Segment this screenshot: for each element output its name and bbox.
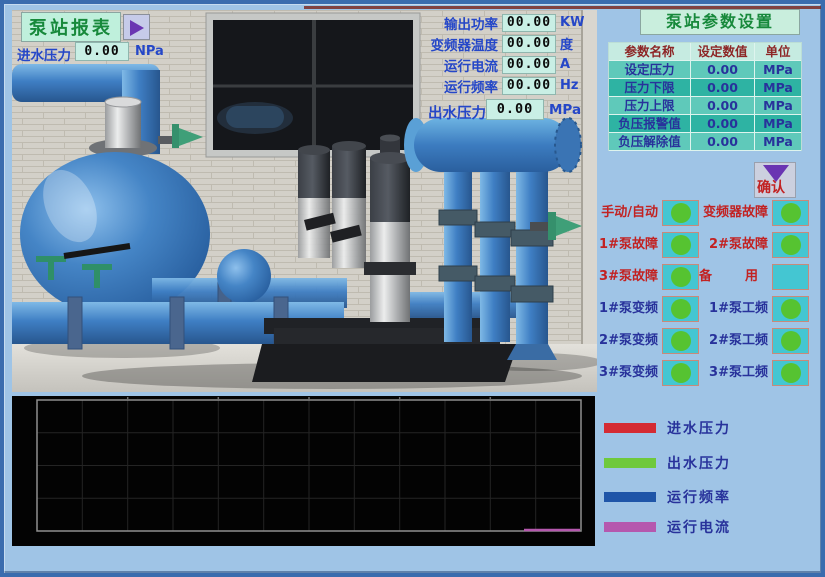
param-unit: MPa xyxy=(755,133,801,151)
col-set-value: 设定数值 xyxy=(691,43,755,61)
param-row: 压力上限 0.00 MPa xyxy=(609,97,801,115)
param-row: 负压解除值 0.00 MPa xyxy=(609,133,801,151)
inverter-temp-label: 变频器温度 xyxy=(408,34,502,54)
lamp-on-icon xyxy=(671,235,691,255)
run-frequency-label: 运行频率 xyxy=(408,76,502,96)
lamp-on-icon xyxy=(781,331,801,351)
run-frequency-value: 00.00 xyxy=(502,77,556,95)
inverter-fault-lamp xyxy=(772,200,809,226)
legend-swatch-inlet-pressure xyxy=(604,423,656,433)
col-unit: 单位 xyxy=(755,43,801,61)
pump2-mains-label: 2#泵工频 xyxy=(694,332,768,350)
lamp-on-icon xyxy=(671,363,691,383)
legend-label-run-frequency: 运行频率 xyxy=(667,487,731,507)
lamp-on-icon xyxy=(781,203,801,223)
pump2-mains-lamp xyxy=(772,328,809,354)
pump3-vfd-label: 3#泵变频 xyxy=(590,364,658,382)
params-table: 参数名称 设定数值 单位 设定压力 0.00 MPa 压力下限 0.00 MPa… xyxy=(608,42,802,151)
trend-chart-canvas xyxy=(12,396,595,546)
telemetry-row: 输出功率 00.00 KW xyxy=(408,12,584,33)
lamp-on-icon xyxy=(671,331,691,351)
pump1-fault-label: 1#泵故障 xyxy=(590,236,658,254)
manual-auto-label: 手动/自动 xyxy=(590,204,658,222)
report-nav-box[interactable] xyxy=(123,14,150,40)
param-unit: MPa xyxy=(755,97,801,115)
pump1-vfd-label: 1#泵变频 xyxy=(590,300,658,318)
outlet-pressure-label: 出水压力 xyxy=(428,102,486,123)
telemetry-row: 运行电流 00.00 A xyxy=(408,54,584,75)
inverter-temp-unit: 度 xyxy=(556,34,584,53)
legend-label-inlet-pressure: 进水压力 xyxy=(667,418,731,438)
output-power-value: 00.00 xyxy=(502,14,556,32)
output-power-unit: KW xyxy=(556,15,584,30)
param-name: 压力上限 xyxy=(609,97,691,115)
lamp-on-icon xyxy=(781,235,801,255)
lamp-on-icon xyxy=(781,299,801,319)
report-button-label[interactable]: 泵站报表 xyxy=(21,12,121,42)
play-icon xyxy=(130,20,144,36)
pump2-vfd-label: 2#泵变频 xyxy=(590,332,658,350)
pump2-fault-lamp xyxy=(772,232,809,258)
pump-station-hmi-screen: 泵站报表 进水压力 0.00 NPa 输出功率 00.00 KW 变频器温度 0… xyxy=(0,0,825,577)
param-name: 设定压力 xyxy=(609,61,691,79)
lamp-on-icon xyxy=(781,363,801,383)
param-row: 负压报警值 0.00 MPa xyxy=(609,115,801,133)
trend-chart xyxy=(12,396,595,546)
legend-swatch-run-frequency xyxy=(604,492,656,502)
telemetry-row: 变频器温度 00.00 度 xyxy=(408,33,584,54)
run-current-unit: A xyxy=(556,57,584,72)
pump2-fault-label: 2#泵故障 xyxy=(694,236,768,254)
params-table-header: 参数名称 设定数值 单位 xyxy=(609,43,801,61)
param-value-input[interactable]: 0.00 xyxy=(691,115,755,133)
param-value-input[interactable]: 0.00 xyxy=(691,133,755,151)
param-name: 压力下限 xyxy=(609,79,691,97)
param-row: 压力下限 0.00 MPa xyxy=(609,79,801,97)
inlet-pressure-unit: NPa xyxy=(135,44,164,59)
inverter-fault-label: 变频器故障 xyxy=(694,204,768,222)
legend-label-run-current: 运行电流 xyxy=(667,517,731,537)
param-value-input[interactable]: 0.00 xyxy=(691,79,755,97)
spare-label: 备 用 xyxy=(694,268,768,286)
output-power-label: 输出功率 xyxy=(408,13,502,33)
col-param-name: 参数名称 xyxy=(609,43,691,61)
lamp-on-icon xyxy=(671,267,691,287)
report-button[interactable]: 泵站报表 xyxy=(21,12,150,42)
inverter-temp-value: 00.00 xyxy=(502,35,556,53)
pump3-mains-lamp xyxy=(772,360,809,386)
lamp-on-icon xyxy=(671,299,691,319)
outlet-pressure-unit: MPa xyxy=(549,102,581,118)
param-name: 负压解除值 xyxy=(609,133,691,151)
pump1-mains-lamp xyxy=(772,296,809,322)
param-unit: MPa xyxy=(755,115,801,133)
confirm-button-label: 确认 xyxy=(757,177,785,197)
telemetry-block: 输出功率 00.00 KW 变频器温度 00.00 度 运行电流 00.00 A… xyxy=(408,12,584,96)
legend-label-outlet-pressure: 出水压力 xyxy=(667,453,731,473)
legend-swatch-outlet-pressure xyxy=(604,458,656,468)
run-current-label: 运行电流 xyxy=(408,55,502,75)
param-unit: MPa xyxy=(755,61,801,79)
param-unit: MPa xyxy=(755,79,801,97)
param-row: 设定压力 0.00 MPa xyxy=(609,61,801,79)
spare-lamp xyxy=(772,264,809,290)
param-value-input[interactable]: 0.00 xyxy=(691,61,755,79)
pump1-mains-label: 1#泵工频 xyxy=(694,300,768,318)
pump3-fault-label: 3#泵故障 xyxy=(590,268,658,286)
telemetry-row: 运行频率 00.00 Hz xyxy=(408,75,584,96)
inlet-pressure-value: 0.00 xyxy=(75,42,129,61)
outlet-pressure-value: 0.00 xyxy=(486,99,544,120)
lamp-on-icon xyxy=(671,203,691,223)
param-value-input[interactable]: 0.00 xyxy=(691,97,755,115)
run-current-value: 00.00 xyxy=(502,56,556,74)
param-name: 负压报警值 xyxy=(609,115,691,133)
legend-swatch-run-current xyxy=(604,522,656,532)
inlet-pressure-label: 进水压力 xyxy=(17,44,71,64)
pump3-mains-label: 3#泵工频 xyxy=(694,364,768,382)
run-frequency-unit: Hz xyxy=(556,78,584,93)
confirm-button[interactable]: 确认 xyxy=(754,162,796,198)
settings-panel-title: 泵站参数设置 xyxy=(640,9,800,35)
